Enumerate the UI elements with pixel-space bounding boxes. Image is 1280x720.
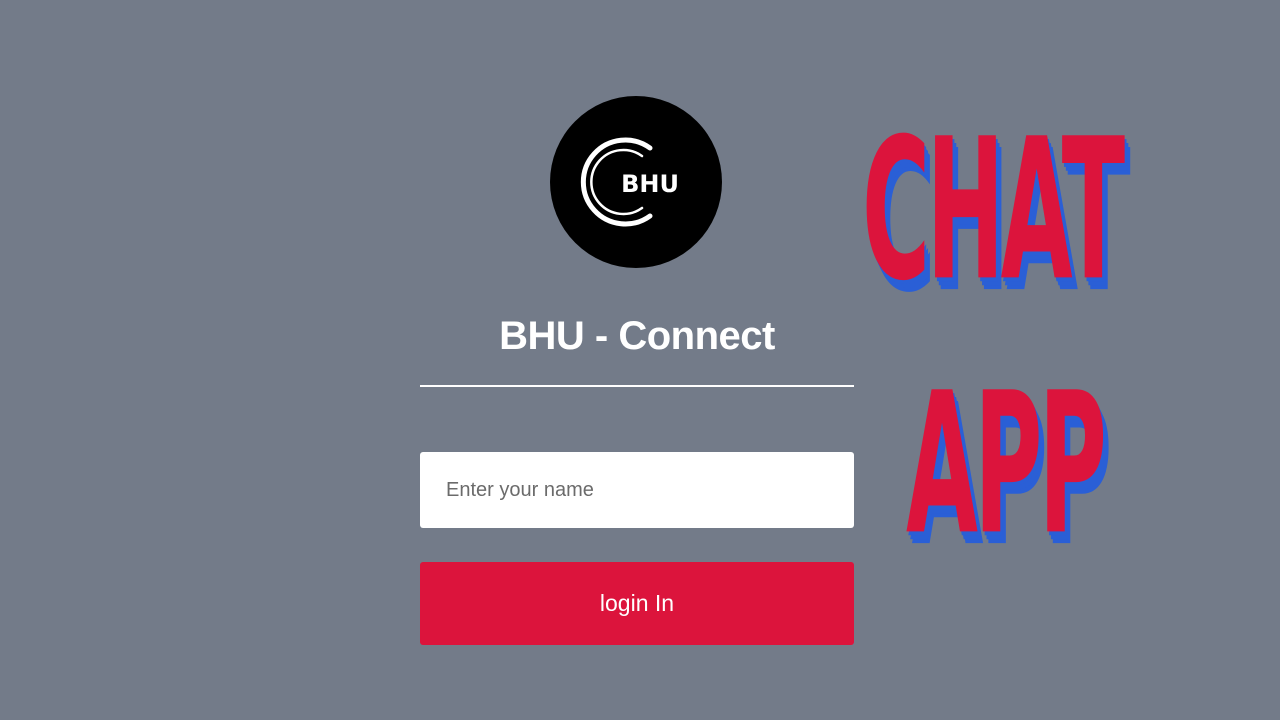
bhu-logo: BHU <box>550 96 722 268</box>
title-divider <box>420 385 854 387</box>
logo-text: BHU <box>621 170 679 198</box>
logo-ring-icon: BHU <box>580 137 679 227</box>
promo-text-app: APP <box>906 352 1107 579</box>
login-button[interactable]: login In <box>420 562 854 645</box>
promo-text-chat: CHAT <box>862 98 1125 325</box>
login-screen: BHU BHU - Connect login In CHAT APP <box>0 0 1280 720</box>
page-title: BHU - Connect <box>499 314 775 358</box>
name-input[interactable] <box>420 452 854 528</box>
